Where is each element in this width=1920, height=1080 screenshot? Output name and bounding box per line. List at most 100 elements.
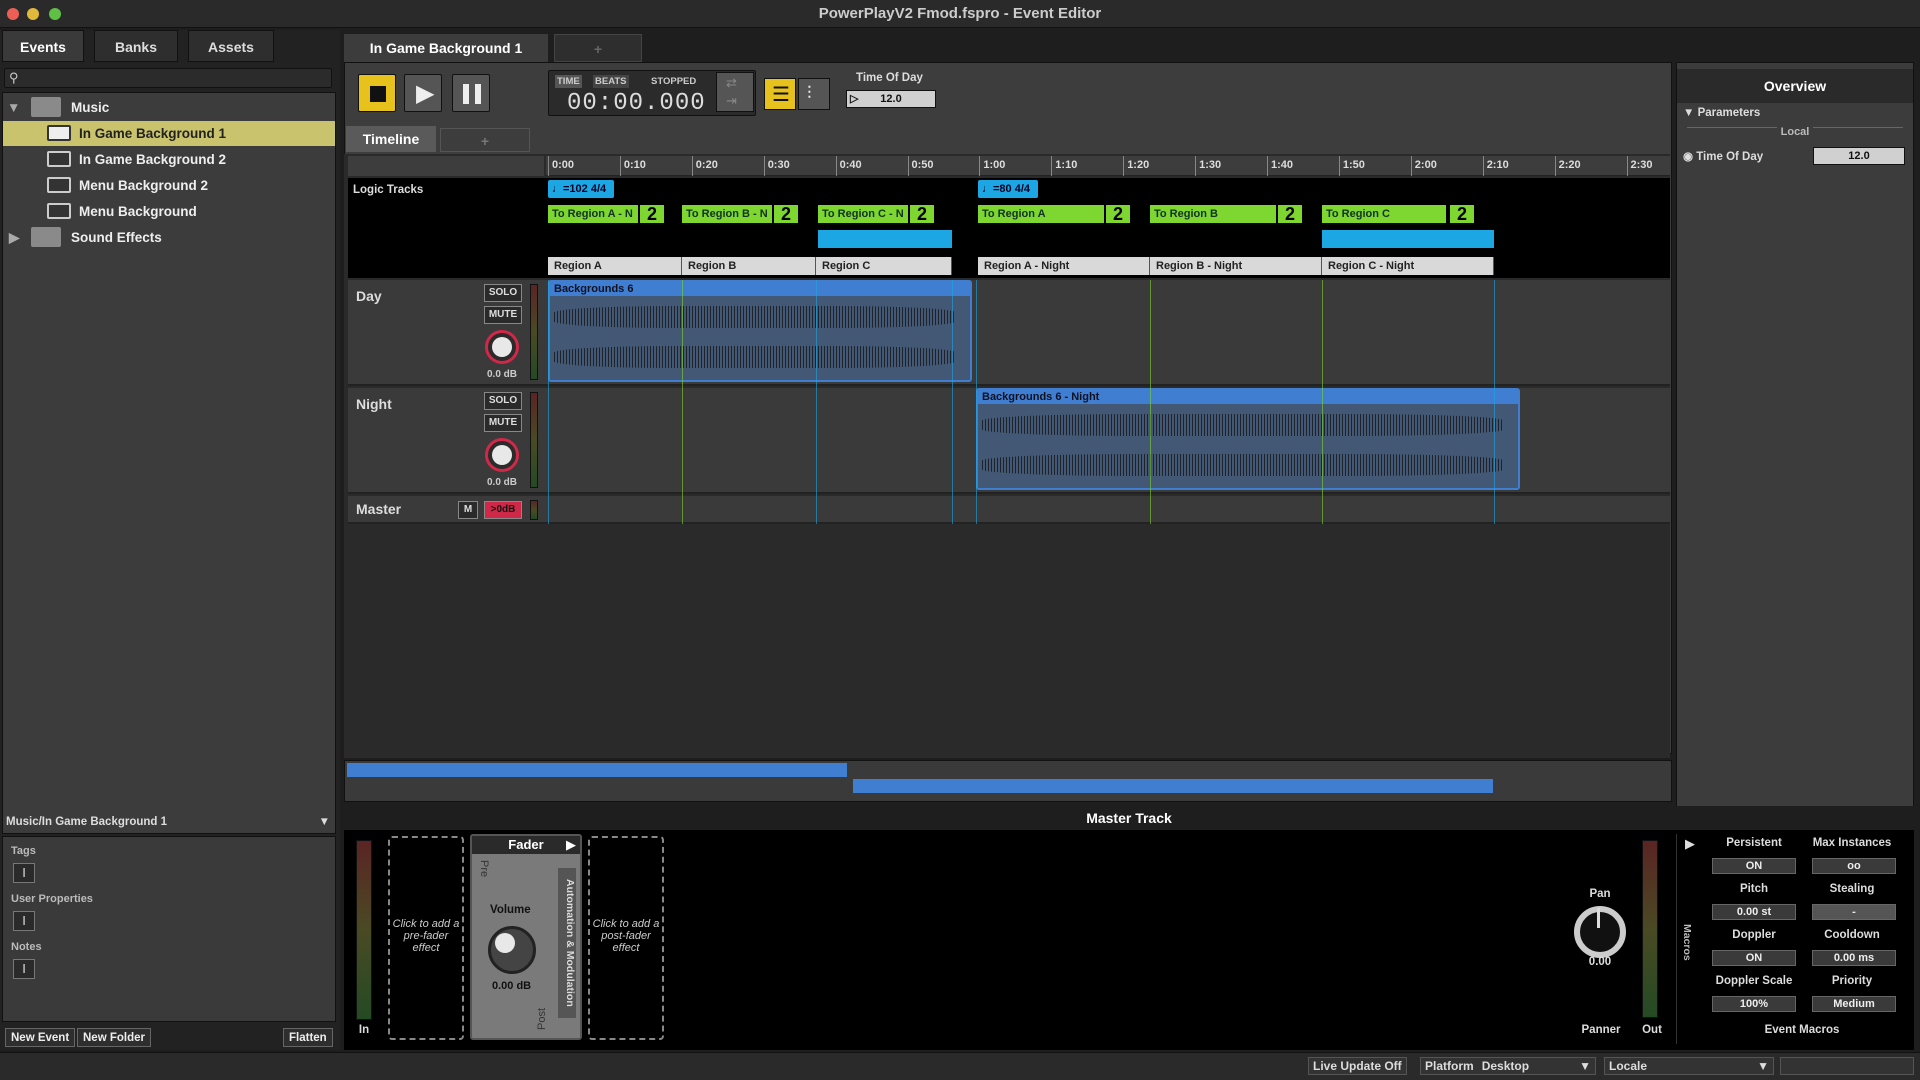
stop-button[interactable] <box>358 74 396 112</box>
master-volume[interactable]: >0dB <box>484 501 522 519</box>
post-fader-slot[interactable]: Click to add a post-fader effect <box>588 836 664 1040</box>
volume-knob[interactable] <box>485 330 519 364</box>
loop-region[interactable] <box>818 230 952 248</box>
loop-toggle[interactable]: ⇄ ⇥ <box>716 72 754 112</box>
master-mute-button[interactable]: M <box>458 501 478 519</box>
ruler-gutter <box>348 156 544 176</box>
solo-button[interactable]: SOLO <box>484 392 522 410</box>
tab-timeline[interactable]: Timeline <box>346 126 436 152</box>
tree-item-event[interactable]: Menu Background 2 <box>3 173 335 198</box>
audio-track-day[interactable]: Day SOLO MUTE 0.0 dB <box>348 280 1670 386</box>
locale-label: Locale <box>1609 1059 1648 1073</box>
region-marker[interactable]: Region A - Night <box>978 257 1150 275</box>
stealing-select[interactable]: - <box>1812 904 1896 920</box>
tree-item-event[interactable]: In Game Background 1 <box>3 121 335 146</box>
navigator-clip <box>347 763 847 777</box>
minimize-window-button[interactable] <box>27 8 39 20</box>
flatten-button[interactable]: Flatten <box>283 1028 333 1047</box>
priority-input[interactable]: Medium <box>1812 996 1896 1012</box>
locale-select[interactable]: Locale ▼ <box>1604 1057 1774 1075</box>
transition-marker[interactable]: To Region A - N <box>548 205 638 223</box>
text-cursor-icon[interactable]: I <box>13 863 35 883</box>
beats-mode-toggle[interactable]: BEATS <box>593 75 629 88</box>
tempo-marker[interactable]: ♩=102 4/4 <box>548 180 614 198</box>
doppler-toggle[interactable]: ON <box>1712 950 1796 966</box>
live-update-toggle[interactable]: Live Update Off <box>1308 1057 1407 1075</box>
transition-marker[interactable]: To Region B <box>1150 205 1276 223</box>
timeline-position: 00:00.000 <box>567 90 706 117</box>
volume-knob[interactable] <box>485 438 519 472</box>
timeline-navigator[interactable] <box>344 760 1672 802</box>
mute-button[interactable]: MUTE <box>484 306 522 324</box>
mixer-view-button[interactable]: ⫶ <box>798 78 830 110</box>
audio-clip[interactable]: Backgrounds 6 <box>548 280 972 382</box>
max-instances-label: Max Instances <box>1812 837 1892 849</box>
doppler-scale-input[interactable]: 100% <box>1712 996 1796 1012</box>
overview-title: Overview <box>1677 69 1913 103</box>
ruler-tick: 1:50 <box>1338 156 1365 176</box>
text-cursor-icon[interactable]: I <box>13 911 35 931</box>
expand-arrow-icon[interactable]: ▶ <box>1685 836 1695 852</box>
tab-banks[interactable]: Banks <box>94 30 178 62</box>
tab-event[interactable]: In Game Background 1 <box>344 34 548 62</box>
tab-assets[interactable]: Assets <box>188 30 274 62</box>
param-value-input[interactable]: ▷ 12.0 <box>846 90 936 108</box>
pitch-input[interactable]: 0.00 st <box>1712 904 1796 920</box>
transition-marker[interactable]: To Region C - N <box>818 205 908 223</box>
expand-arrow-icon[interactable]: ▼ <box>7 95 20 120</box>
region-marker[interactable]: Region C <box>816 257 952 275</box>
new-folder-button[interactable]: New Folder <box>77 1028 151 1047</box>
mute-button[interactable]: MUTE <box>484 414 522 432</box>
ruler-tick: 1:20 <box>1123 156 1149 176</box>
param-label: Time Of Day <box>856 72 923 84</box>
play-button[interactable]: ▶ <box>404 74 442 112</box>
transition-count: 2 <box>774 205 798 223</box>
platform-select[interactable]: Platform Desktop ▼ <box>1420 1057 1596 1075</box>
fader-module[interactable]: Fader ▶ Pre Volume 0.00 dB Automation & … <box>470 834 582 1040</box>
new-event-button[interactable]: New Event <box>5 1028 76 1047</box>
tree-folder-sound-effects[interactable]: ▶ Sound Effects <box>3 225 335 250</box>
automation-panel[interactable]: Automation & Modulation <box>558 868 576 1018</box>
transition-marker[interactable]: To Region A <box>978 205 1104 223</box>
text-cursor-icon[interactable]: I <box>13 959 35 979</box>
persistent-toggle[interactable]: ON <box>1712 858 1796 874</box>
tempo-marker[interactable]: ♩=80 4/4 <box>978 180 1038 198</box>
input-meter <box>356 840 372 1020</box>
search-input[interactable]: ⚲ <box>4 68 332 88</box>
region-marker[interactable]: Region B - Night <box>1150 257 1322 275</box>
master-volume-knob[interactable] <box>488 926 536 974</box>
tree-item-event[interactable]: In Game Background 2 <box>3 147 335 172</box>
tab-events[interactable]: Events <box>2 30 84 62</box>
time-ruler[interactable]: 0:00 0:10 0:20 0:30 0:40 0:50 1:00 1:10 1:20 1:30… <box>546 156 1670 176</box>
expand-arrow-icon[interactable]: ▶ <box>566 837 576 853</box>
transition-marker[interactable]: To Region B - N <box>682 205 772 223</box>
collapse-arrow-icon[interactable]: ▶ <box>9 225 19 250</box>
cooldown-input[interactable]: 0.00 ms <box>1812 950 1896 966</box>
solo-button[interactable]: SOLO <box>484 284 522 302</box>
tags-label: Tags <box>11 845 36 857</box>
audio-clip[interactable]: Backgrounds 6 - Night <box>976 388 1520 490</box>
time-mode-toggle[interactable]: TIME <box>555 75 582 88</box>
close-window-button[interactable] <box>7 8 19 20</box>
list-view-button[interactable]: ☰ <box>764 78 796 110</box>
transition-marker[interactable]: To Region C <box>1322 205 1446 223</box>
parameters-section[interactable]: ▼ Parameters <box>1683 107 1760 119</box>
pause-button[interactable] <box>452 74 490 112</box>
max-instances-input[interactable]: oo <box>1812 858 1896 874</box>
region-marker[interactable]: Region B <box>682 257 816 275</box>
region-marker[interactable]: Region C - Night <box>1322 257 1494 275</box>
pre-fader-slot[interactable]: Click to add a pre-fader effect <box>388 836 464 1040</box>
master-track-row[interactable]: Master M >0dB <box>348 496 1670 524</box>
pan-knob[interactable] <box>1574 906 1626 958</box>
region-marker[interactable]: Region A <box>548 257 682 275</box>
event-icon <box>47 151 71 167</box>
tree-folder-music[interactable]: ▼ Music <box>3 95 335 120</box>
overview-param-value[interactable]: 12.0 <box>1813 147 1905 165</box>
loop-region[interactable] <box>1322 230 1494 248</box>
add-subtab-button[interactable]: + <box>440 128 530 152</box>
ruler-tick: 2:30 <box>1626 156 1653 176</box>
dropdown-arrow-icon[interactable]: ▼ <box>319 812 330 832</box>
tree-item-event[interactable]: Menu Background <box>3 199 335 224</box>
add-tab-button[interactable]: + <box>554 34 642 62</box>
zoom-window-button[interactable] <box>49 8 61 20</box>
